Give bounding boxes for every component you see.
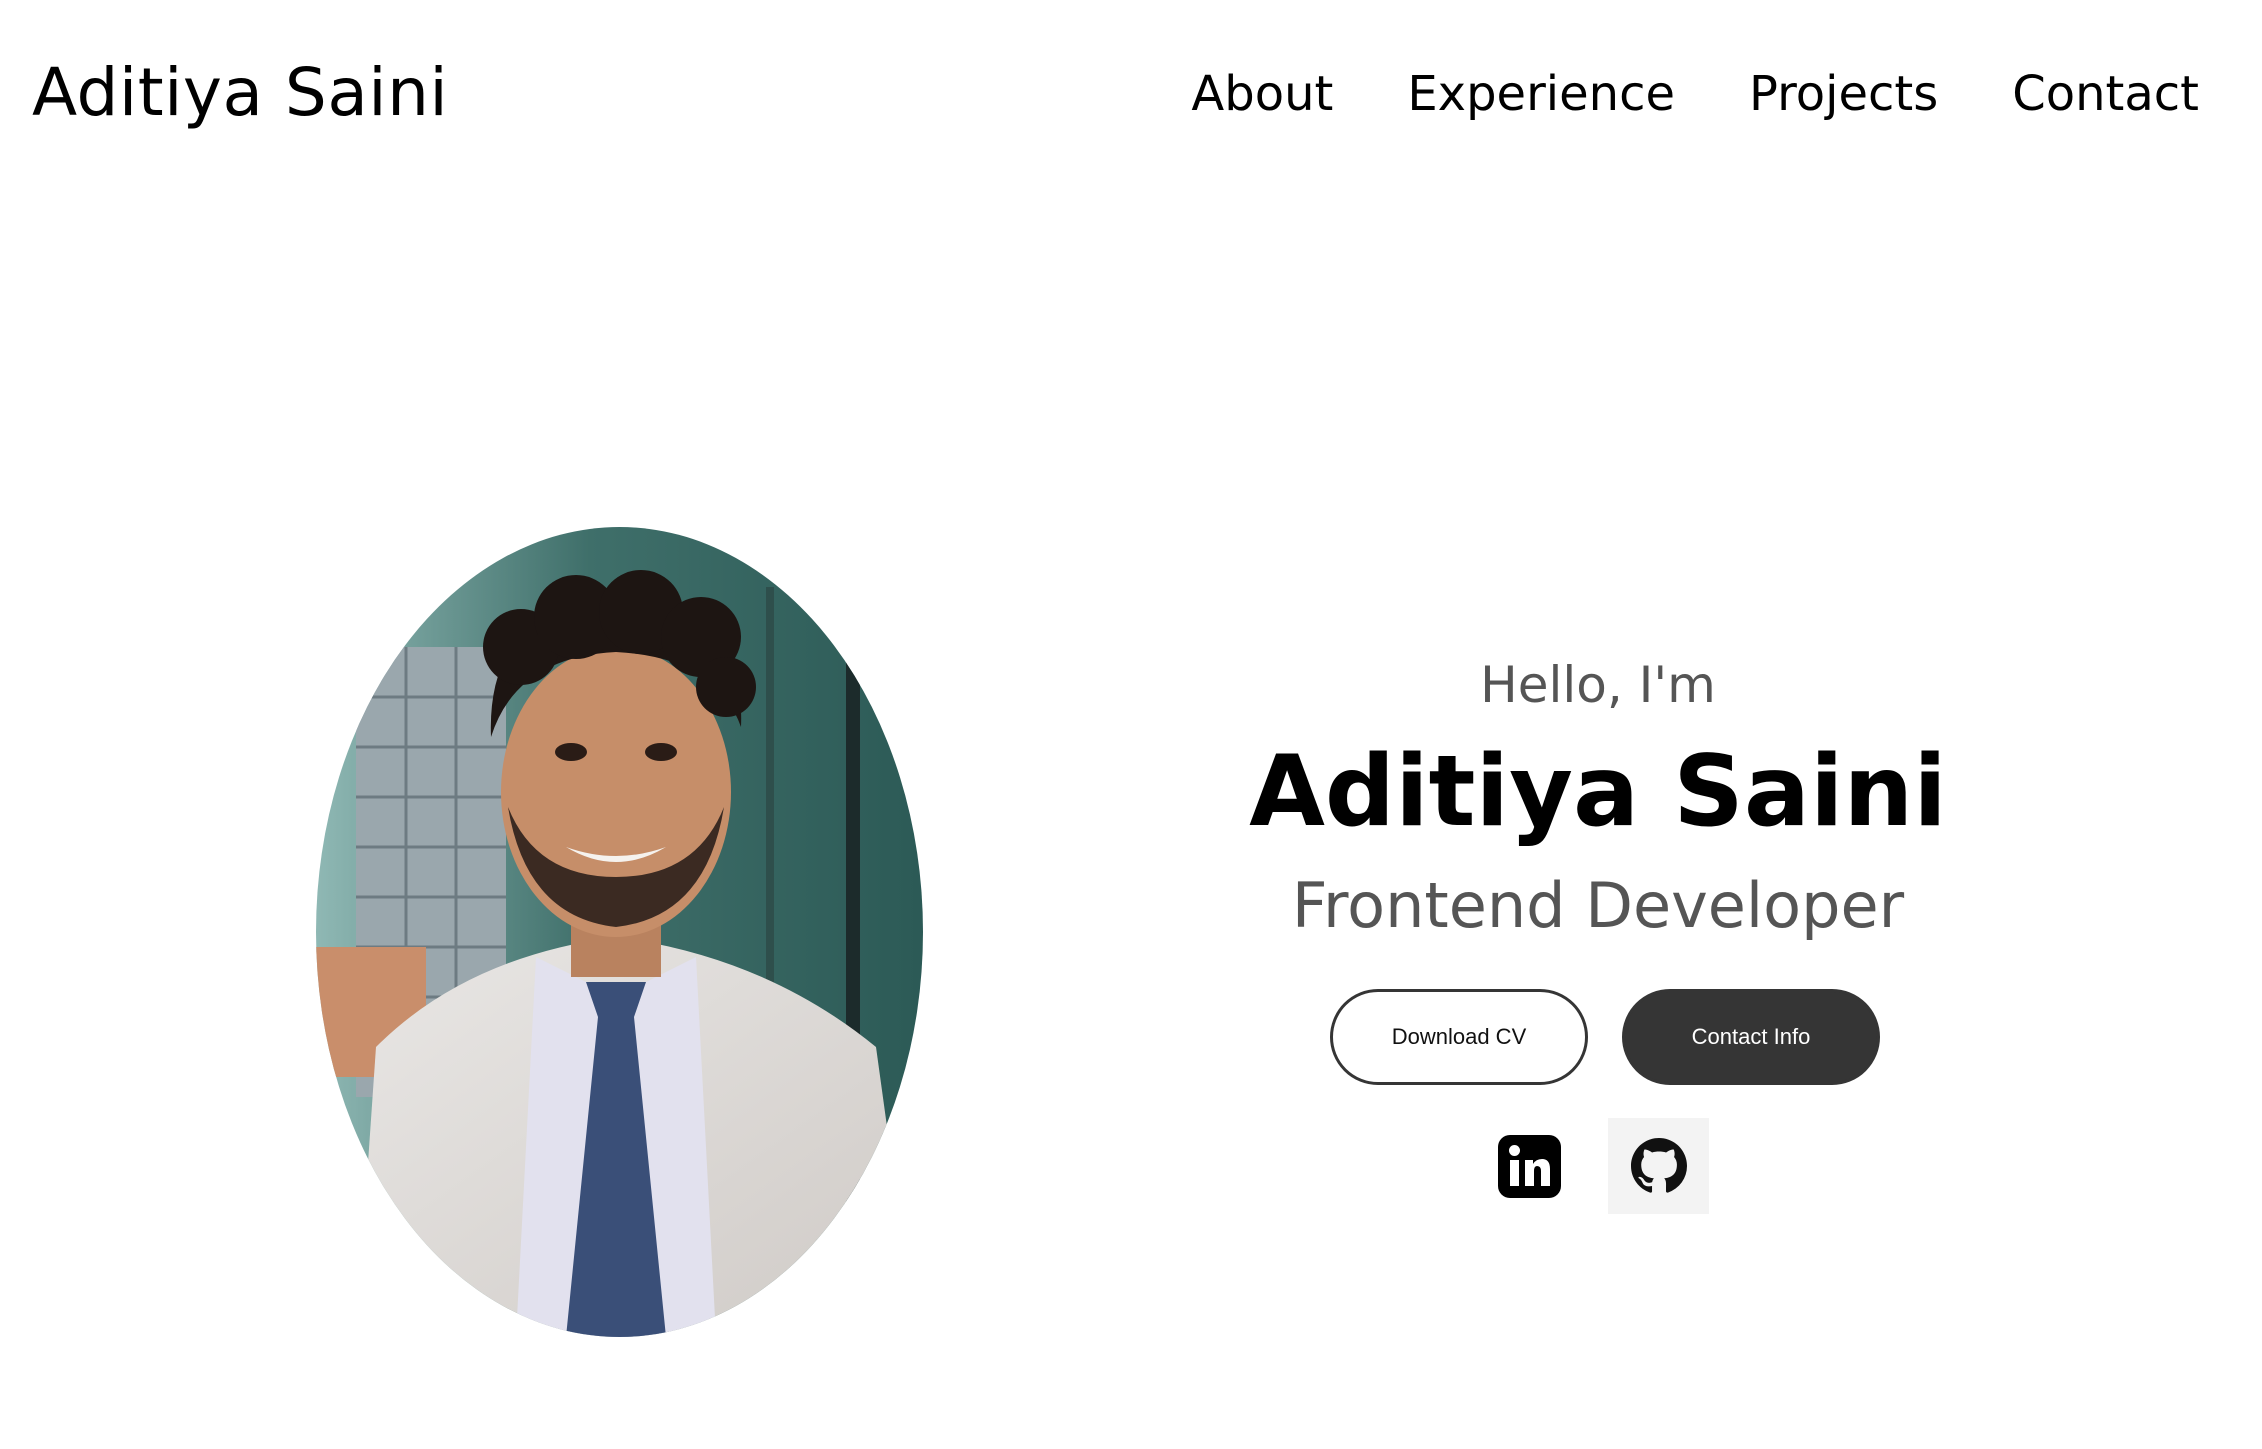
contact-info-button[interactable]: Contact Info [1622, 989, 1880, 1085]
nav-link-experience[interactable]: Experience [1407, 66, 1675, 122]
hero-name: Aditiya Saini [1249, 735, 1947, 849]
nav-link-about[interactable]: About [1191, 66, 1333, 122]
portfolio-page: Aditiya Saini About Experience Projects … [0, 0, 2262, 1449]
hero-buttons: Download CV Contact Info [1330, 989, 1880, 1085]
nav-link-projects[interactable]: Projects [1749, 66, 1938, 122]
top-navbar: Aditiya Saini About Experience Projects … [0, 0, 2262, 190]
hero-title: Frontend Developer [1291, 869, 1905, 942]
nav-links: About Experience Projects Contact [1191, 56, 2199, 132]
profile-photo-illustration [316, 527, 923, 1337]
site-logo[interactable]: Aditiya Saini [32, 48, 448, 138]
nav-link-contact[interactable]: Contact [2012, 66, 2199, 122]
github-icon[interactable] [1608, 1118, 1709, 1214]
profile-photo [316, 527, 923, 1337]
download-cv-button[interactable]: Download CV [1330, 989, 1588, 1085]
linkedin-icon[interactable] [1498, 1134, 1561, 1198]
hero-section: Hello, I'm Aditiya Saini Frontend Develo… [1188, 640, 2008, 956]
hero-greeting: Hello, I'm [1480, 656, 1716, 714]
social-links [1498, 1118, 1709, 1214]
